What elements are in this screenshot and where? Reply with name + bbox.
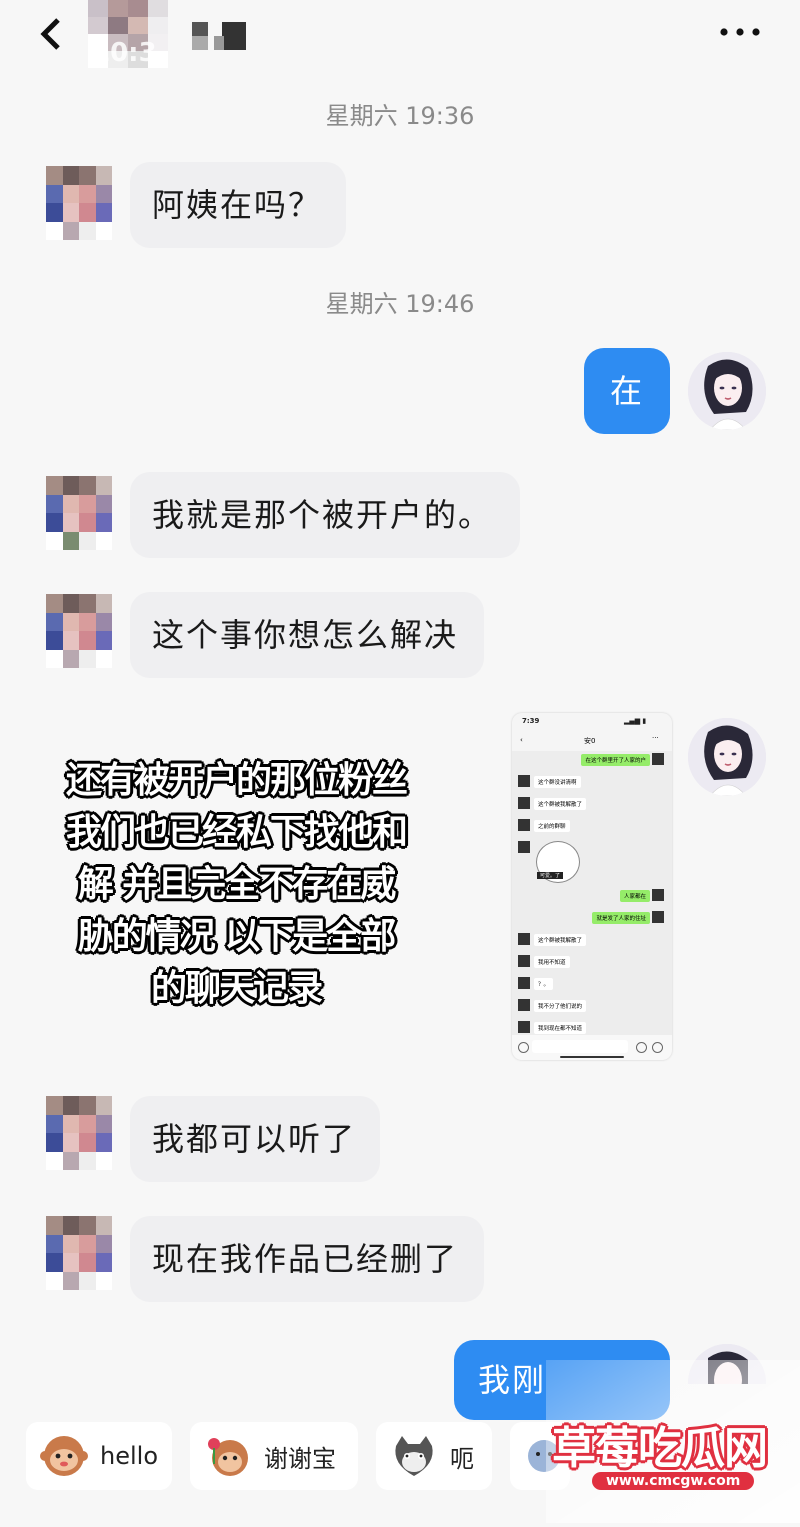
watermark-title: 草莓吃瓜网 [552, 1423, 768, 1474]
embedded-avatar [652, 753, 664, 765]
video-caption-overlay: 还有被开户的那位粉丝 我们也已经私下找他和 解 并且完全不存在威 胁的情况 以下… [36, 755, 436, 1015]
sender-avatar[interactable] [46, 1096, 112, 1170]
embedded-avatar [652, 911, 664, 923]
embedded-avatar [518, 841, 530, 853]
received-message[interactable]: 现在我作品已经删了 [130, 1216, 484, 1302]
embedded-avatar [518, 819, 530, 831]
embedded-bubble: 这个群没讲清啊 [534, 776, 581, 788]
quick-reply-thanks[interactable]: 谢谢宝 [190, 1422, 358, 1490]
back-chevron-icon[interactable] [36, 16, 66, 52]
sent-image-message[interactable]: 7:39 ▂▄▆ ▮ ‹ 安0 ··· 在这个群里开了人家的户 这个群没讲清啊 这个… [512, 713, 672, 1060]
caption-line: 胁的情况 以下是全部 [77, 916, 397, 957]
cat-icon [390, 1434, 438, 1478]
embedded-emoji-icon [636, 1042, 647, 1053]
embedded-avatar [518, 977, 530, 989]
sender-avatar[interactable] [46, 594, 112, 668]
blurred-name-block [192, 22, 252, 52]
embedded-bubble: 这个群被我解散了 [534, 798, 587, 810]
received-message[interactable]: 这个事你想怎么解决 [130, 592, 484, 678]
site-watermark: 草莓吃瓜网 www.cmcgw.com [546, 1360, 800, 1523]
more-dots-icon[interactable] [716, 14, 764, 50]
monkey-icon [40, 1434, 88, 1478]
blurred-contact-name: 10:3 [92, 38, 157, 68]
received-message[interactable]: 我都可以听了 [130, 1096, 380, 1182]
quick-reply-hello[interactable]: hello [26, 1422, 172, 1490]
embedded-avatar [518, 797, 530, 809]
caption-line: 还有被开户的那位粉丝 [65, 760, 408, 801]
embedded-chat-title: 安0 [584, 737, 596, 745]
embedded-sticker-label: 可爱。了 [537, 872, 564, 879]
sent-message[interactable]: 在 [584, 348, 670, 434]
received-message[interactable]: 阿姨在吗？ [130, 162, 346, 248]
embedded-avatar [518, 999, 530, 1011]
embedded-message-list: 在这个群里开了人家的户 这个群没讲清啊 这个群被我解散了 之前的群聊可爱。了人家都在就… [512, 749, 672, 1037]
embedded-bubble: 人家都在 [619, 890, 650, 902]
embedded-avatar [652, 889, 664, 901]
sender-avatar[interactable] [46, 1216, 112, 1290]
received-message[interactable]: 我就是那个被开户的。 [130, 472, 520, 558]
caption-line: 解 并且完全不存在威 [77, 864, 397, 905]
embedded-more-icon: ··· [652, 734, 659, 742]
embedded-voice-icon [518, 1042, 529, 1053]
my-avatar[interactable] [688, 352, 766, 430]
embedded-avatar [518, 955, 530, 967]
embedded-bubble: 我不分了他们说的 [534, 1000, 587, 1012]
my-avatar[interactable] [688, 718, 766, 796]
embedded-bubble: 我到现在都不知道 [534, 1022, 587, 1034]
embedded-avatar [518, 775, 530, 787]
caption-line: 的聊天记录 [150, 968, 323, 1009]
embedded-input [532, 1040, 628, 1053]
embedded-bubble: 之前的群聊 [534, 820, 570, 832]
embedded-bubble: 我用不知道 [534, 956, 570, 968]
embedded-bubble: 就是发了人家的住址 [592, 912, 650, 924]
embedded-bubble: 这个群被我解散了 [534, 934, 587, 946]
embedded-back-icon: ‹ [520, 736, 523, 744]
embedded-home-indicator [560, 1056, 624, 1058]
quick-reply-er[interactable]: 呃 [376, 1422, 492, 1490]
embedded-sticker: 可爱。了 [536, 841, 580, 883]
watermark-url: www.cmcgw.com [592, 1472, 755, 1490]
sender-avatar[interactable] [46, 476, 112, 550]
embedded-bubble: ？。 [534, 978, 554, 990]
embedded-signal-icon: ▂▄▆ ▮ [624, 717, 647, 725]
embedded-avatar [518, 933, 530, 945]
quick-reply-label: hello [100, 1442, 158, 1470]
embedded-avatar [518, 1021, 530, 1033]
monkey-flower-icon [204, 1434, 252, 1478]
sender-avatar[interactable] [46, 166, 112, 240]
quick-reply-label: 谢谢宝 [264, 1444, 336, 1473]
embedded-bubble: 在这个群里开了人家的户 [581, 754, 650, 766]
embedded-status-time: 7:39 [522, 717, 540, 725]
embedded-plus-icon [652, 1042, 663, 1053]
timestamp: 星期六 19:46 [325, 290, 475, 318]
quick-reply-label: 呃 [450, 1444, 474, 1473]
caption-line: 我们也已经私下找他和 [65, 812, 408, 853]
timestamp: 星期六 19:36 [325, 102, 475, 130]
top-bar: 10:3 [0, 0, 800, 80]
